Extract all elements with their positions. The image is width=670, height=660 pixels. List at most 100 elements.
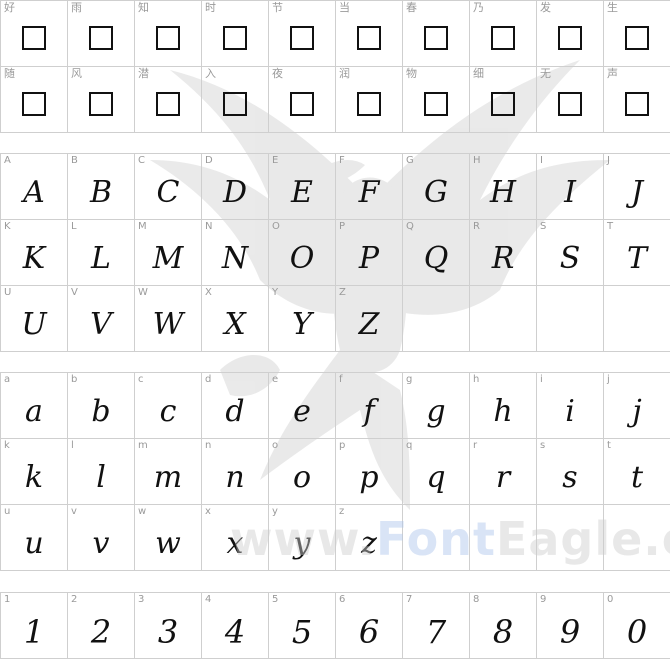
glyph-sample: Y <box>292 307 312 342</box>
glyph-cell: pp <box>336 439 403 505</box>
glyph-sample: f <box>363 394 375 429</box>
glyph-cell: XX <box>202 286 269 352</box>
glyph-cell: 知 <box>135 1 202 67</box>
uppercase-glyph-grid: AA BB CC DD EE FF GG HH II JJ KK LL MM N… <box>0 153 670 352</box>
glyph-sample: F <box>358 175 380 210</box>
missing-glyph-box <box>1 79 67 132</box>
glyph-cell: 00 <box>604 593 670 659</box>
lowercase-row-2: kk ll mm nn oo pp qq rr ss tt <box>1 439 670 505</box>
glyph-sample: P <box>358 241 380 276</box>
glyph-cell: 夜 <box>269 67 336 133</box>
glyph-cell: NN <box>202 220 269 286</box>
glyph-cell: 无 <box>537 67 604 133</box>
cjk-row-1: 好 雨 知 时 节 当 春 乃 发 生 <box>1 1 670 67</box>
glyph-cell: 潜 <box>135 67 202 133</box>
glyph-cell: VV <box>68 286 135 352</box>
glyph-cell: hh <box>470 373 537 439</box>
glyph-sample: 9 <box>559 612 581 651</box>
glyph-cell: 润 <box>336 67 403 133</box>
glyph-cell: kk <box>1 439 68 505</box>
glyph-cell: ii <box>537 373 604 439</box>
glyph-sample: m <box>153 460 183 495</box>
lowercase-row-1: aa bb cc dd ee ff gg hh ii jj <box>1 373 670 439</box>
glyph-cell: ll <box>68 439 135 505</box>
glyph-sample: V <box>90 307 112 342</box>
glyph-sample: M <box>152 241 184 276</box>
glyph-cell: LL <box>68 220 135 286</box>
glyph-sample: p <box>359 460 379 495</box>
glyph-cell: 55 <box>269 593 336 659</box>
glyph-cell: 节 <box>269 1 336 67</box>
glyph-cell: 22 <box>68 593 135 659</box>
glyph-cell: 风 <box>68 67 135 133</box>
glyph-cell: 好 <box>1 1 68 67</box>
uppercase-row-2: KK LL MM NN OO PP QQ RR SS TT <box>1 220 670 286</box>
glyph-sample: b <box>91 394 111 429</box>
glyph-cell: DD <box>202 154 269 220</box>
glyph-sample: h <box>493 394 513 429</box>
glyph-sample: w <box>155 526 181 561</box>
glyph-sample: t <box>630 460 644 495</box>
glyph-cell: YY <box>269 286 336 352</box>
glyph-cell: 11 <box>1 593 68 659</box>
glyph-cell: 物 <box>403 67 470 133</box>
glyph-cell: 细 <box>470 67 537 133</box>
glyph-sample: 3 <box>157 612 179 651</box>
glyph-sample: L <box>91 241 111 276</box>
glyph-sample: G <box>424 175 448 210</box>
glyph-cell: II <box>537 154 604 220</box>
missing-glyph-box <box>68 79 134 132</box>
glyph-cell: rr <box>470 439 537 505</box>
glyph-cell: 生 <box>604 1 670 67</box>
missing-glyph-box <box>1 13 67 66</box>
glyph-cell: 春 <box>403 1 470 67</box>
missing-glyph-box <box>403 13 469 66</box>
glyph-cell: SS <box>537 220 604 286</box>
glyph-sample: Z <box>358 307 380 342</box>
brand-watermark-prefix: www. <box>230 512 377 566</box>
glyph-sample: B <box>89 175 113 210</box>
glyph-sample: a <box>25 394 43 429</box>
glyph-cell: 77 <box>403 593 470 659</box>
glyph-cell: 声 <box>604 67 670 133</box>
glyph-sample: I <box>564 175 576 210</box>
empty-cell <box>470 286 537 352</box>
glyph-sample: 6 <box>358 612 380 651</box>
glyph-sample: o <box>292 460 312 495</box>
glyph-sample: n <box>225 460 245 495</box>
cjk-row-2: 随 风 潜 入 夜 润 物 细 无 声 <box>1 67 670 133</box>
glyph-sample: X <box>224 307 246 342</box>
glyph-sample: q <box>426 460 446 495</box>
glyph-cell: ee <box>269 373 336 439</box>
glyph-cell: AA <box>1 154 68 220</box>
missing-glyph-box <box>403 79 469 132</box>
glyph-sample: r <box>495 460 511 495</box>
glyph-cell: JJ <box>604 154 670 220</box>
glyph-cell: 随 <box>1 67 68 133</box>
glyph-cell: tt <box>604 439 670 505</box>
glyph-cell: vv <box>68 505 135 571</box>
glyph-sample: 7 <box>425 612 447 651</box>
glyph-cell: mm <box>135 439 202 505</box>
uppercase-row-1: AA BB CC DD EE FF GG HH II JJ <box>1 154 670 220</box>
missing-glyph-box <box>68 13 134 66</box>
glyph-cell: 时 <box>202 1 269 67</box>
glyph-sample: v <box>92 526 110 561</box>
glyph-sample: j <box>632 394 642 429</box>
missing-glyph-box <box>604 13 670 66</box>
glyph-cell: RR <box>470 220 537 286</box>
cjk-glyph-grid: 好 雨 知 时 节 当 春 乃 发 生 随 风 潜 入 夜 润 物 细 无 声 <box>0 0 670 133</box>
glyph-sample: A <box>23 175 45 210</box>
glyph-cell: 当 <box>336 1 403 67</box>
digit-glyph-grid: 11 22 33 44 55 66 77 88 99 00 <box>0 592 670 659</box>
glyph-sample: R <box>491 241 515 276</box>
empty-cell <box>537 286 604 352</box>
missing-glyph-box <box>604 79 670 132</box>
glyph-cell: OO <box>269 220 336 286</box>
glyph-sample: D <box>222 175 248 210</box>
glyph-sample: 2 <box>90 612 112 651</box>
glyph-cell: ff <box>336 373 403 439</box>
glyph-cell: dd <box>202 373 269 439</box>
glyph-cell: 44 <box>202 593 269 659</box>
missing-glyph-box <box>269 79 335 132</box>
